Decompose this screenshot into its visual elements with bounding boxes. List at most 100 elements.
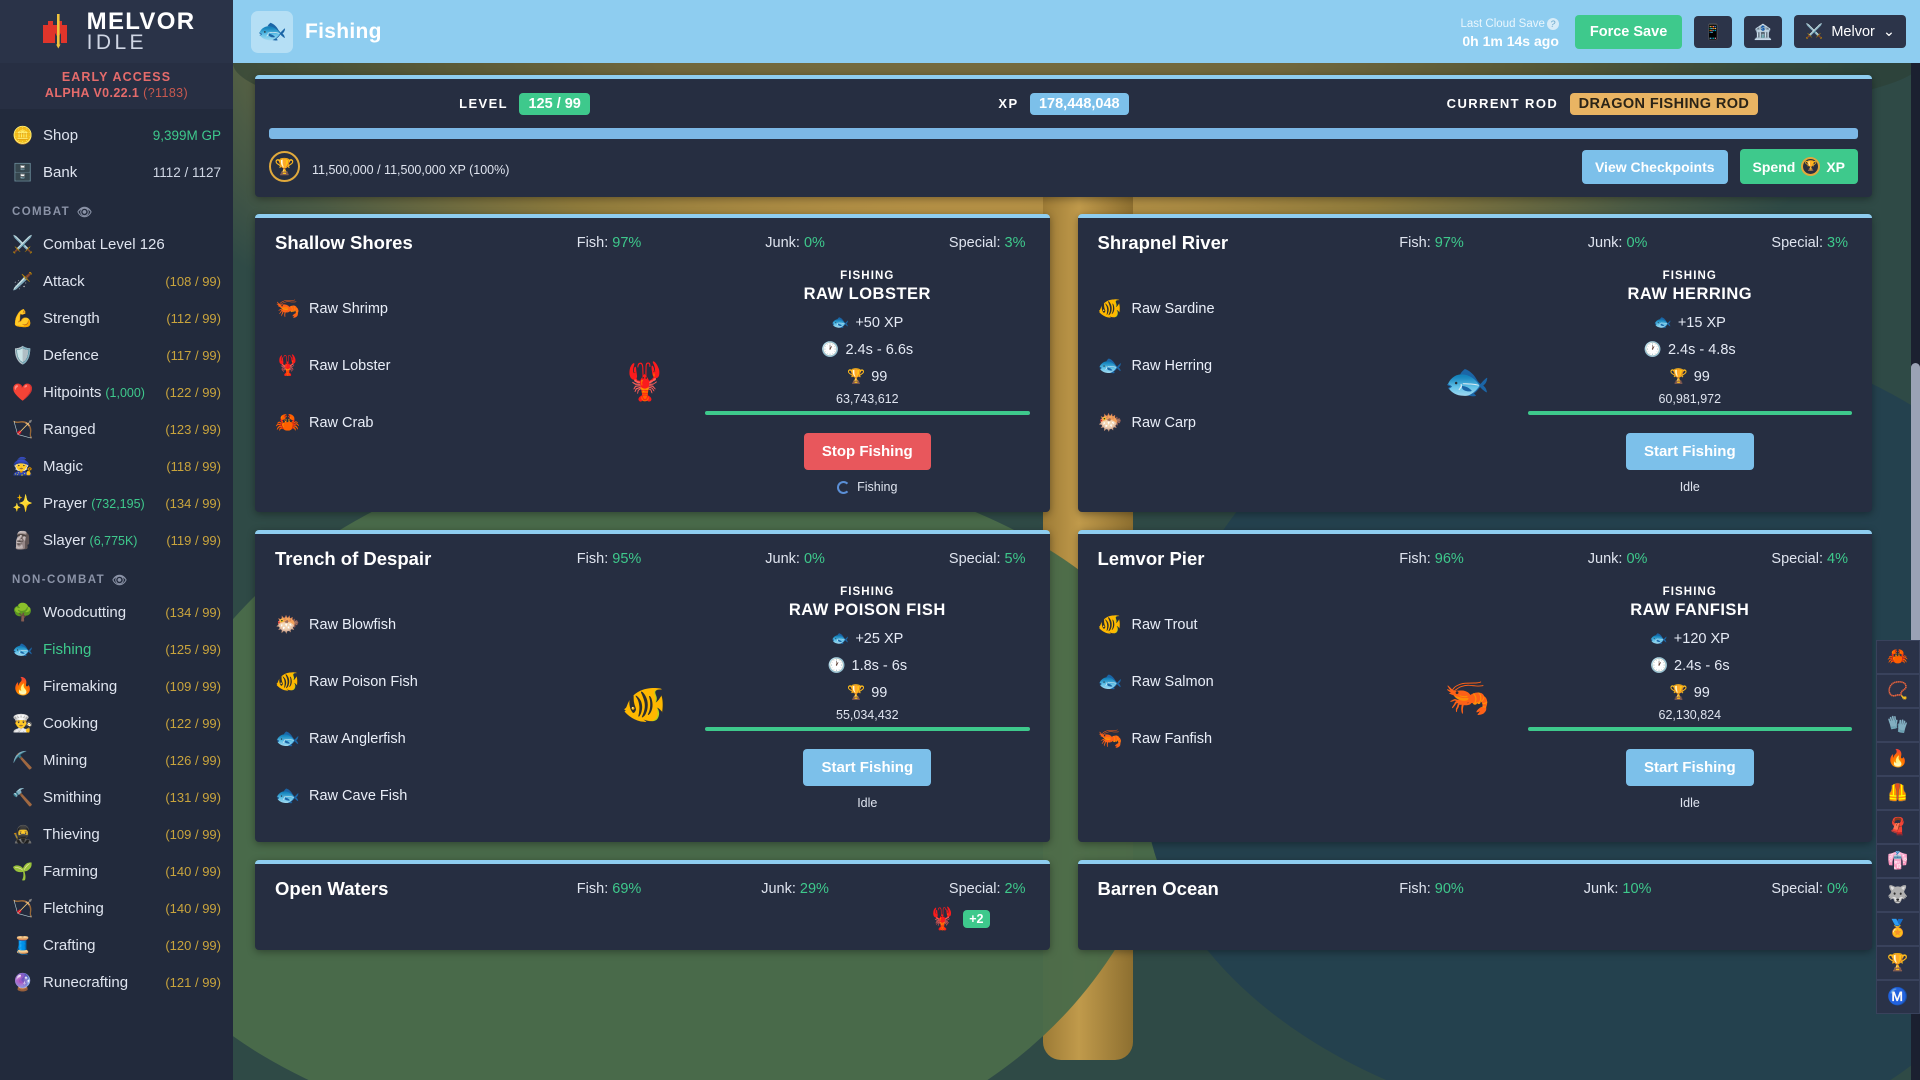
fish-list-item[interactable]: 🐠 Raw Poison Fish xyxy=(275,653,584,710)
sword-icon: 🗡️ xyxy=(12,271,34,291)
torch-icon[interactable]: 🔥 xyxy=(1876,742,1920,776)
bank-icon[interactable]: 🏦 xyxy=(1744,15,1783,48)
mobile-icon[interactable]: 📱 xyxy=(1694,15,1733,48)
sidebar-item-level: (109 / 99) xyxy=(165,679,221,694)
sidebar-item-level: (112 / 99) xyxy=(166,311,221,326)
fish-list-item[interactable]: 🦐 Raw Fanfish xyxy=(1098,710,1407,767)
panel-time-value: 1.8s - 6s xyxy=(851,657,908,674)
sidebar-item-magic[interactable]: 🧙 Magic (118 / 99) xyxy=(0,448,233,485)
sidebar-item-attack[interactable]: 🗡️ Attack (108 / 99) xyxy=(0,263,233,300)
fish-list-item[interactable]: 🐟 Raw Anglerfish xyxy=(275,710,584,767)
fish-list-item[interactable]: 🦐 Raw Shrimp xyxy=(275,280,584,337)
level-value: 125 / 99 xyxy=(519,93,590,115)
brand-logo-block[interactable]: MELVOR IDLE xyxy=(0,0,233,63)
right-icon-rail: 🦀 📿 🧤 🔥 🦺 🧣 👘 🐺 🏅 🏆 Ⓜ️ xyxy=(1876,640,1920,1014)
sidebar-item-defence[interactable]: 🛡️ Defence (117 / 99) xyxy=(0,337,233,374)
fish-icon: 🐟 xyxy=(251,10,293,53)
fish-list-item[interactable]: 🐠 Raw Trout xyxy=(1098,596,1407,653)
anvil-icon: 🔨 xyxy=(12,787,34,807)
fish-list-item[interactable]: 🐟 Raw Cave Fish xyxy=(275,767,584,824)
sidebar-item-smithing[interactable]: 🔨 Smithing (131 / 99) xyxy=(0,779,233,816)
sidebar-item-fletching[interactable]: 🏹 Fletching (140 / 99) xyxy=(0,890,233,927)
trophy-icon: 🏆 xyxy=(847,369,866,385)
area-stats: Fish: 90% Junk: 10% Special: 0% xyxy=(1399,881,1852,897)
combat-section-header: COMBAT 👁 xyxy=(12,205,94,219)
chest-icon: 🗄️ xyxy=(12,162,34,182)
user-menu[interactable]: ⚔️ Melvor ⌄ xyxy=(1794,15,1906,48)
area-stats: Fish: 97% Junk: 0% Special: 3% xyxy=(1399,235,1852,251)
fish-list-item[interactable]: 🐡 Raw Blowfish xyxy=(275,596,584,653)
mastery-pool-row: 🏆 11,500,000 / 11,500,000 XP (100%) View… xyxy=(255,139,1872,197)
pickaxe-icon: ⛏️ xyxy=(12,750,34,770)
sidebar-item-prayer[interactable]: ✨ Prayer (732,195) (134 / 99) xyxy=(0,485,233,522)
sidebar-item-bank[interactable]: 🗄️ Bank 1112 / 1127 xyxy=(0,154,233,191)
view-checkpoints-button[interactable]: View Checkpoints xyxy=(1581,149,1728,184)
panel-time-value: 2.4s - 4.8s xyxy=(1667,341,1736,358)
sidebar-item-thieving[interactable]: 🥷 Thieving (109 / 99) xyxy=(0,816,233,853)
panel-mastery-xp: 62,130,824 xyxy=(1658,708,1722,722)
panel-mastery-bar xyxy=(705,411,1030,415)
sidebar-item-fishing[interactable]: 🐟 Fishing (125 / 99) xyxy=(0,631,233,668)
start-fishing-button[interactable]: Start Fishing xyxy=(803,749,932,786)
crab-icon[interactable]: 🦀 xyxy=(1876,640,1920,674)
panel-time-row: 🕐 2.4s - 6.6s xyxy=(821,341,913,359)
sidebar-item-runecrafting[interactable]: 🔮 Runecrafting (121 / 99) xyxy=(0,964,233,1001)
panel-xp-row: 🐟 +50 XP xyxy=(831,314,904,332)
sidebar-item-hitpoints[interactable]: ❤️ Hitpoints (1,000) (122 / 99) xyxy=(0,374,233,411)
sidebar-item-label: Prayer (732,195) xyxy=(43,495,145,512)
wolf-icon[interactable]: 🐺 xyxy=(1876,878,1920,912)
sidebar-item-slayer[interactable]: 🗿 Slayer (6,775K) (119 / 99) xyxy=(0,522,233,559)
amulet-icon[interactable]: 📿 xyxy=(1876,674,1920,708)
panel-xp-value: +50 XP xyxy=(855,314,904,331)
sidebar-item-firemaking[interactable]: 🔥 Firemaking (109 / 99) xyxy=(0,668,233,705)
cape-icon[interactable]: 🧣 xyxy=(1876,810,1920,844)
start-fishing-button[interactable]: Start Fishing xyxy=(1625,433,1754,470)
panel-fish-name: RAW FANFISH xyxy=(1630,601,1750,619)
fish-list-item[interactable]: 🐟 Raw Herring xyxy=(1098,337,1407,394)
rod-label: CURRENT ROD xyxy=(1446,96,1559,111)
eye-icon[interactable]: 👁 xyxy=(112,573,129,587)
area-stats: Fish: 97% Junk: 0% Special: 3% xyxy=(577,235,1030,251)
fish-list-item[interactable]: 🐡 Raw Carp xyxy=(1098,394,1407,451)
help-icon[interactable]: ? xyxy=(1546,18,1559,31)
sidebar-item-combat-level-126[interactable]: ⚔️ Combat Level 126 xyxy=(0,226,233,263)
fletching-icon: 🏹 xyxy=(12,898,34,918)
trophy-icon: 🏆 xyxy=(1669,685,1688,701)
sidebar-item-ranged[interactable]: 🏹 Ranged (123 / 99) xyxy=(0,411,233,448)
fish-list-item[interactable]: 🦀 Raw Crab xyxy=(275,394,584,451)
force-save-button[interactable]: Force Save xyxy=(1574,14,1683,49)
rod-stat: CURRENT ROD DRAGON FISHING ROD xyxy=(1333,93,1872,115)
shop-label: Shop xyxy=(43,127,79,144)
sidebar-item-shop[interactable]: 🪙 Shop 9,399M GP xyxy=(0,117,233,154)
platebody-icon[interactable]: 🦺 xyxy=(1876,776,1920,810)
area-name: Trench of Despair xyxy=(275,548,432,569)
sidebar-item-cooking[interactable]: 👨‍🍳 Cooking (122 / 99) xyxy=(0,705,233,742)
fish-list-item[interactable]: 🦞 Raw Lobster xyxy=(275,337,584,394)
sidebar-item-crafting[interactable]: 🧵 Crafting (120 / 99) xyxy=(0,927,233,964)
eye-icon[interactable]: 👁 xyxy=(77,205,94,219)
melvor-icon[interactable]: Ⓜ️ xyxy=(1876,980,1920,1014)
panel-kicker: FISHING xyxy=(840,270,895,282)
robe-icon[interactable]: 👘 xyxy=(1876,844,1920,878)
medal-icon[interactable]: 🏅 xyxy=(1876,912,1920,946)
stop-fishing-button[interactable]: Stop Fishing xyxy=(803,433,931,470)
start-fishing-button[interactable]: Start Fishing xyxy=(1625,749,1754,786)
area-header: Lemvor Pier Fish: 96% Junk: 0% Special: 4% xyxy=(1098,548,1853,570)
sidebar-item-woodcutting[interactable]: 🌳 Woodcutting (134 / 99) xyxy=(0,594,233,631)
shield-icon: 🛡️ xyxy=(12,345,34,365)
fish-name: Raw Carp xyxy=(1131,414,1196,431)
fishing-area-card: Lemvor Pier Fish: 96% Junk: 0% Special: 4% 🐠… xyxy=(1077,530,1872,842)
fish-list-item[interactable]: 🐟 Raw Salmon xyxy=(1098,653,1407,710)
sidebar-item-farming[interactable]: 🌱 Farming (140 / 99) xyxy=(0,853,233,890)
spend-mastery-xp-button[interactable]: Spend 🏆 XP xyxy=(1739,149,1858,184)
sidebar-item-strength[interactable]: 💪 Strength (112 / 99) xyxy=(0,300,233,337)
panel-time-value: 2.4s - 6s xyxy=(1674,657,1730,674)
trophy-icon[interactable]: 🏆 xyxy=(1876,946,1920,980)
gloves-icon[interactable]: 🧤 xyxy=(1876,708,1920,742)
fish-list-item[interactable]: 🐠 Raw Sardine xyxy=(1098,280,1407,337)
sidebar-item-mining[interactable]: ⛏️ Mining (126 / 99) xyxy=(0,742,233,779)
sidebar-item-label: Fletching xyxy=(43,900,104,917)
fishing-area-card: Barren Ocean Fish: 90% Junk: 10% Special: 0… xyxy=(1077,860,1872,950)
spend-xp-label: XP xyxy=(1826,158,1845,175)
special-chance: Special: 0% xyxy=(1771,881,1848,897)
